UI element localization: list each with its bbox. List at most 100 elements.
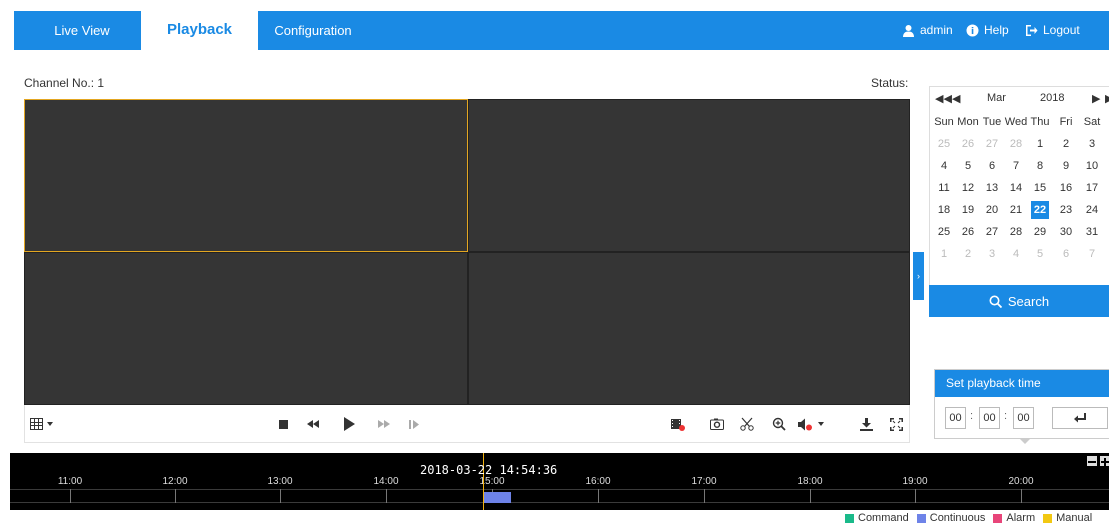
tab-playback[interactable]: Playback [141, 11, 258, 50]
calendar-day[interactable]: 19 [959, 201, 977, 219]
calendar-day[interactable]: 1 [1031, 135, 1049, 153]
stop-icon [278, 419, 288, 429]
video-window-1[interactable] [24, 99, 468, 252]
calendar-week-row: 18 19 20 21 22 23 24 [930, 201, 1109, 223]
help-link[interactable]: i Help [966, 11, 1009, 50]
calendar-day[interactable]: 24 [1083, 201, 1101, 219]
video-grid [24, 99, 910, 405]
calendar-day[interactable]: 1 [935, 245, 953, 263]
calendar-day[interactable]: 7 [1007, 157, 1025, 175]
calendar-weekday: Mon [957, 116, 979, 128]
timeline-hour-label: 14:00 [373, 476, 399, 487]
playback-time-panel: Set playback time 00 : 00 : 00 [934, 369, 1109, 439]
calendar-day[interactable]: 5 [959, 157, 977, 175]
calendar-day[interactable]: 16 [1057, 179, 1075, 197]
calendar-day[interactable]: 28 [1007, 135, 1025, 153]
tab-live-view[interactable]: Live View [42, 11, 122, 50]
continuous-recording-segment[interactable] [483, 492, 511, 503]
calendar-day[interactable]: 22 [1031, 201, 1049, 219]
calendar-day[interactable]: 26 [959, 223, 977, 241]
fullscreen-button[interactable] [888, 416, 904, 432]
enter-icon [1074, 413, 1086, 423]
calendar-day[interactable]: 12 [959, 179, 977, 197]
calendar-day[interactable]: 10 [1083, 157, 1101, 175]
video-window-2[interactable] [468, 99, 910, 252]
play-button[interactable] [341, 416, 357, 432]
chevron-down-icon [47, 422, 53, 426]
calendar-day[interactable]: 23 [1057, 201, 1075, 219]
calendar-day[interactable]: 25 [935, 135, 953, 153]
download-button[interactable] [858, 416, 874, 432]
timeline-bar[interactable]: 11:00 12:00 13:00 14:00 15:00 16:00 17:00 18:00… [10, 453, 1109, 510]
window-layout-button[interactable] [30, 416, 60, 432]
calendar-day[interactable]: 20 [983, 201, 1001, 219]
zoom-out-timeline-button[interactable] [1087, 456, 1097, 466]
calendar-day[interactable]: 27 [983, 223, 1001, 241]
calendar-day[interactable]: 13 [983, 179, 1001, 197]
grid-layout-icon [30, 418, 43, 430]
apply-time-button[interactable] [1052, 407, 1108, 429]
logout-link[interactable]: Logout [1025, 11, 1080, 50]
user-menu[interactable]: admin [902, 11, 953, 50]
prev-year-icon[interactable]: ◀◀ [935, 92, 952, 105]
second-input[interactable]: 00 [1013, 407, 1034, 429]
calendar-day[interactable]: 27 [983, 135, 1001, 153]
search-button[interactable]: Search [929, 285, 1109, 317]
calendar-day[interactable]: 4 [935, 157, 953, 175]
calendar-day[interactable]: 29 [1031, 223, 1049, 241]
calendar-day[interactable]: 9 [1057, 157, 1075, 175]
next-month-icon[interactable]: ▶ [1092, 92, 1100, 105]
timeline-hour-label: 17:00 [691, 476, 717, 487]
video-window-3[interactable] [24, 252, 468, 405]
legend-label: Alarm [1006, 512, 1036, 524]
next-year-icon[interactable]: ▶ [1105, 92, 1109, 105]
calendar-day[interactable]: 21 [1007, 201, 1025, 219]
calendar-day[interactable]: 2 [1057, 135, 1075, 153]
video-window-4[interactable] [468, 252, 910, 405]
calendar-day[interactable]: 4 [1007, 245, 1025, 263]
calendar-day[interactable]: 11 [935, 179, 953, 197]
zoom-in-icon [772, 417, 786, 431]
calendar-day[interactable]: 7 [1083, 245, 1101, 263]
fast-forward-button[interactable] [376, 416, 392, 432]
timeline-hour-label: 12:00 [162, 476, 188, 487]
digital-zoom-button[interactable] [771, 416, 787, 432]
calendar-day[interactable]: 2 [959, 245, 977, 263]
prev-month-icon[interactable]: ◀ [952, 92, 960, 105]
stop-button[interactable] [275, 416, 291, 432]
calendar-week-row: 25 26 27 28 1 2 3 [930, 135, 1109, 157]
calendar-day[interactable]: 8 [1031, 157, 1049, 175]
sidebar-collapse-toggle[interactable]: › [913, 252, 924, 300]
single-frame-button[interactable] [406, 416, 422, 432]
calendar-day[interactable]: 3 [1083, 135, 1101, 153]
tab-configuration[interactable]: Configuration [258, 11, 368, 50]
clip-button[interactable] [739, 416, 755, 432]
zoom-in-timeline-button[interactable] [1100, 456, 1109, 466]
legend-swatch [993, 513, 1003, 523]
audio-button[interactable] [798, 416, 832, 432]
calendar-day[interactable]: 3 [983, 245, 1001, 263]
calendar-day[interactable]: 6 [1057, 245, 1075, 263]
calendar-day[interactable]: 26 [959, 135, 977, 153]
capture-all-button[interactable] [670, 416, 686, 432]
legend-label: Manual [1056, 512, 1093, 524]
calendar-day[interactable]: 31 [1083, 223, 1101, 241]
slow-down-button[interactable] [305, 416, 321, 432]
calendar-day[interactable]: 14 [1007, 179, 1025, 197]
hour-input[interactable]: 00 [945, 407, 966, 429]
calendar-day[interactable]: 25 [935, 223, 953, 241]
minute-input[interactable]: 00 [979, 407, 1000, 429]
calendar-day[interactable]: 28 [1007, 223, 1025, 241]
chevron-right-icon: › [917, 271, 920, 281]
timeline-cursor[interactable] [483, 453, 484, 510]
calendar-day[interactable]: 17 [1083, 179, 1101, 197]
calendar-day[interactable]: 18 [935, 201, 953, 219]
calendar-day[interactable]: 5 [1031, 245, 1049, 263]
snapshot-button[interactable] [709, 416, 725, 432]
camera-icon [710, 418, 724, 430]
current-time-label: 2018-03-22 14:54:36 [420, 463, 558, 477]
logout-label: Logout [1043, 23, 1080, 37]
calendar-day[interactable]: 15 [1031, 179, 1049, 197]
calendar-day[interactable]: 6 [983, 157, 1001, 175]
calendar-day[interactable]: 30 [1057, 223, 1075, 241]
